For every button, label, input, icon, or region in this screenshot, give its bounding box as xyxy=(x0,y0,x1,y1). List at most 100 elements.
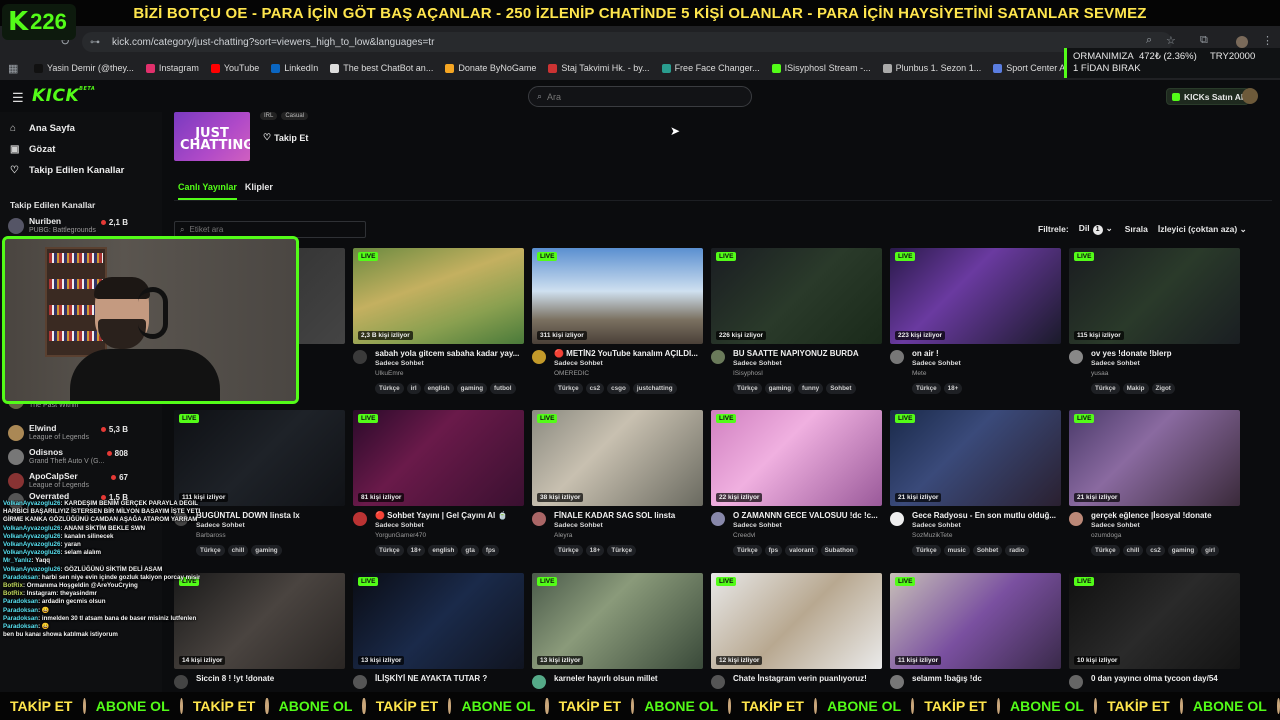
stream-tag[interactable]: 18+ xyxy=(585,545,605,556)
stream-tag[interactable]: Makip xyxy=(1122,383,1149,394)
stream-tag[interactable]: fps xyxy=(764,545,783,556)
stream-thumbnail[interactable]: LIVE 81 kişi izliyor xyxy=(353,410,524,506)
streamer-name[interactable]: Mete xyxy=(912,370,926,377)
stream-card[interactable]: LIVE 115 kişi izliyor ov yes !donate !bler… xyxy=(1069,248,1240,408)
stream-category[interactable]: Sadece Sohbet xyxy=(375,522,424,529)
stream-category[interactable]: Sadece Sohbet xyxy=(375,360,424,367)
stream-title[interactable]: Gece Radyosu - En son mutlu olduğ... xyxy=(912,511,1060,520)
bookmark-item[interactable]: Yasin Demir (@they... xyxy=(34,63,134,73)
chat-username[interactable]: VolkanAyvazoglu26 xyxy=(3,541,60,548)
streamer-avatar[interactable] xyxy=(711,512,725,526)
followed-channel[interactable]: Odisnos Grand Theft Auto V (G... 808 xyxy=(8,446,158,468)
stream-card[interactable]: LIVE 223 kişi izliyor on air ! Sadece Sohbe… xyxy=(890,248,1061,408)
stream-tag[interactable]: Türkçe xyxy=(1091,383,1120,394)
streamer-name[interactable]: UlkuEmre xyxy=(375,370,404,377)
chat-username[interactable]: VolkanAyvazoglu26 xyxy=(3,566,60,573)
sort-dropdown[interactable]: İzleyici (çoktan aza) ⌄ xyxy=(1158,224,1247,235)
streamer-avatar[interactable] xyxy=(532,512,546,526)
stream-tag[interactable]: futbol xyxy=(490,383,516,394)
chat-username[interactable]: BotRix xyxy=(3,582,23,589)
stream-tag[interactable]: gaming xyxy=(764,383,796,394)
category-tag[interactable]: Casual xyxy=(281,112,309,120)
bookmark-item[interactable]: LinkedIn xyxy=(271,63,318,73)
profile-avatar[interactable] xyxy=(1236,36,1248,48)
hamburger-menu-icon[interactable]: ☰ xyxy=(12,90,24,106)
stream-title[interactable]: 🔴 METİN2 YouTube kanalım AÇILDI... xyxy=(554,349,702,358)
stream-category[interactable]: Sadece Sohbet xyxy=(554,522,603,529)
search-input[interactable] xyxy=(547,91,728,102)
streamer-avatar[interactable] xyxy=(890,350,904,364)
chat-username[interactable]: BotRix xyxy=(3,590,23,597)
stream-tag[interactable]: english xyxy=(423,383,454,394)
stream-tag[interactable]: chill xyxy=(227,545,249,556)
bookmark-item[interactable]: Donate ByNoGame xyxy=(445,63,536,73)
stream-thumbnail[interactable]: LIVE 226 kişi izliyor xyxy=(711,248,882,344)
followed-channel[interactable]: Nuriben PUBG: Battlegrounds 2,1 B xyxy=(8,215,158,237)
stream-tag[interactable]: gaming xyxy=(1167,545,1199,556)
category-tag[interactable]: IRL xyxy=(260,112,278,120)
tag-search-input[interactable] xyxy=(189,225,350,234)
bookmark-item[interactable]: Staj Takvimi Hk. - by... xyxy=(548,63,650,73)
chat-username[interactable]: VolkanAyvazoglu26 xyxy=(3,533,60,540)
stream-title[interactable]: selamm !bağış !dc xyxy=(912,674,1060,683)
sidebar-item-heart[interactable]: ♡ Takip Edilen Kanallar xyxy=(10,165,124,176)
stream-title[interactable]: 0 dan yayıncı olma tycoon day/54 xyxy=(1091,674,1239,683)
stream-tag[interactable]: justchatting xyxy=(632,383,677,394)
extensions-icon[interactable]: ⧉ xyxy=(1200,34,1208,47)
stream-card[interactable]: LIVE 311 kişi izliyor 🔴 METİN2 YouTube kan… xyxy=(532,248,703,408)
streamer-name[interactable]: yusaa xyxy=(1091,370,1108,377)
stream-tag[interactable]: Türkçe xyxy=(554,383,583,394)
stream-thumbnail[interactable]: LIVE 22 kişi izliyor xyxy=(711,410,882,506)
user-avatar[interactable] xyxy=(1242,88,1258,104)
sidebar-item-browse[interactable]: ▣ Gözat xyxy=(10,144,55,155)
language-filter[interactable]: Dil 1 ⌄ xyxy=(1079,223,1113,235)
stream-category[interactable]: Sadece Sohbet xyxy=(554,360,603,367)
chat-username[interactable]: Paradoksan xyxy=(3,623,38,630)
stream-tag[interactable]: csgo xyxy=(607,383,630,394)
stream-tag[interactable]: Türkçe xyxy=(607,545,636,556)
bookmark-item[interactable]: ISisyphosI Stream -... xyxy=(771,63,871,73)
stream-tag[interactable]: irl xyxy=(406,383,421,394)
stream-tag[interactable]: chill xyxy=(1122,545,1144,556)
stream-title[interactable]: on air ! xyxy=(912,349,1060,358)
stream-tag[interactable]: Türkçe xyxy=(912,545,941,556)
stream-thumbnail[interactable]: LIVE 223 kişi izliyor xyxy=(890,248,1061,344)
zoom-icon[interactable]: ⌕ xyxy=(1146,34,1152,47)
stream-tag[interactable]: radio xyxy=(1005,545,1029,556)
stream-tag[interactable]: cs2 xyxy=(1146,545,1165,556)
bookmark-item[interactable]: The best ChatBot an... xyxy=(330,63,433,73)
stream-card[interactable]: LIVE 226 kişi izliyor BU SAATTE NAPIYONUZ … xyxy=(711,248,882,408)
streamer-avatar[interactable] xyxy=(1069,675,1083,689)
bookmark-item[interactable]: Free Face Changer... xyxy=(661,63,760,73)
chat-username[interactable]: Mr_Yanlız xyxy=(3,557,32,564)
streamer-avatar[interactable] xyxy=(353,350,367,364)
stream-thumbnail[interactable]: LIVE 11 kişi izliyor xyxy=(890,573,1061,669)
stream-thumbnail[interactable]: LIVE 311 kişi izliyor xyxy=(532,248,703,344)
stream-tag[interactable]: valorant xyxy=(785,545,818,556)
stream-card[interactable]: LIVE 22 kişi izliyor O ZAMANNN GECE VALOSU… xyxy=(711,410,882,570)
stream-title[interactable]: karneler hayırlı olsun millet xyxy=(554,674,702,683)
follow-category-button[interactable]: ♡ Takip Et xyxy=(258,129,313,146)
chat-username[interactable]: Paradoksan xyxy=(3,607,38,614)
stream-title[interactable]: Chate İnstagram verin puanlıyoruz! xyxy=(733,674,881,683)
stream-category[interactable]: Sadece Sohbet xyxy=(733,522,782,529)
stream-tag[interactable]: Türkçe xyxy=(196,545,225,556)
tab-live-streams[interactable]: Canlı Yayınlar xyxy=(178,182,237,200)
streamer-avatar[interactable] xyxy=(353,512,367,526)
stream-card[interactable]: LIVE 21 kişi izliyor Gece Radyosu - En son… xyxy=(890,410,1061,570)
bookmark-item[interactable]: Plunbus 1. Sezon 1... xyxy=(882,63,981,73)
stream-tag[interactable]: Türkçe xyxy=(375,545,404,556)
stream-category[interactable]: Sadece Sohbet xyxy=(196,522,245,529)
stream-tag[interactable]: english xyxy=(428,545,459,556)
stream-thumbnail[interactable]: LIVE 38 kişi izliyor xyxy=(532,410,703,506)
stream-tag[interactable]: funny xyxy=(798,383,824,394)
stream-tag[interactable]: Sohbet xyxy=(826,383,856,394)
site-info-icon[interactable]: ⊶ xyxy=(90,37,102,48)
stream-tag[interactable]: 18+ xyxy=(943,383,963,394)
sidebar-item-home[interactable]: ⌂ Ana Sayfa xyxy=(10,123,75,134)
stream-tag[interactable]: Türkçe xyxy=(1091,545,1120,556)
stream-tag[interactable]: Türkçe xyxy=(733,545,762,556)
stream-card[interactable]: LIVE 81 kişi izliyor 🔴 Sohbet Yayını | Gel… xyxy=(353,410,524,570)
stream-title[interactable]: BU SAATTE NAPIYONUZ BURDA xyxy=(733,349,881,358)
stream-tag[interactable]: Subathon xyxy=(820,545,858,556)
